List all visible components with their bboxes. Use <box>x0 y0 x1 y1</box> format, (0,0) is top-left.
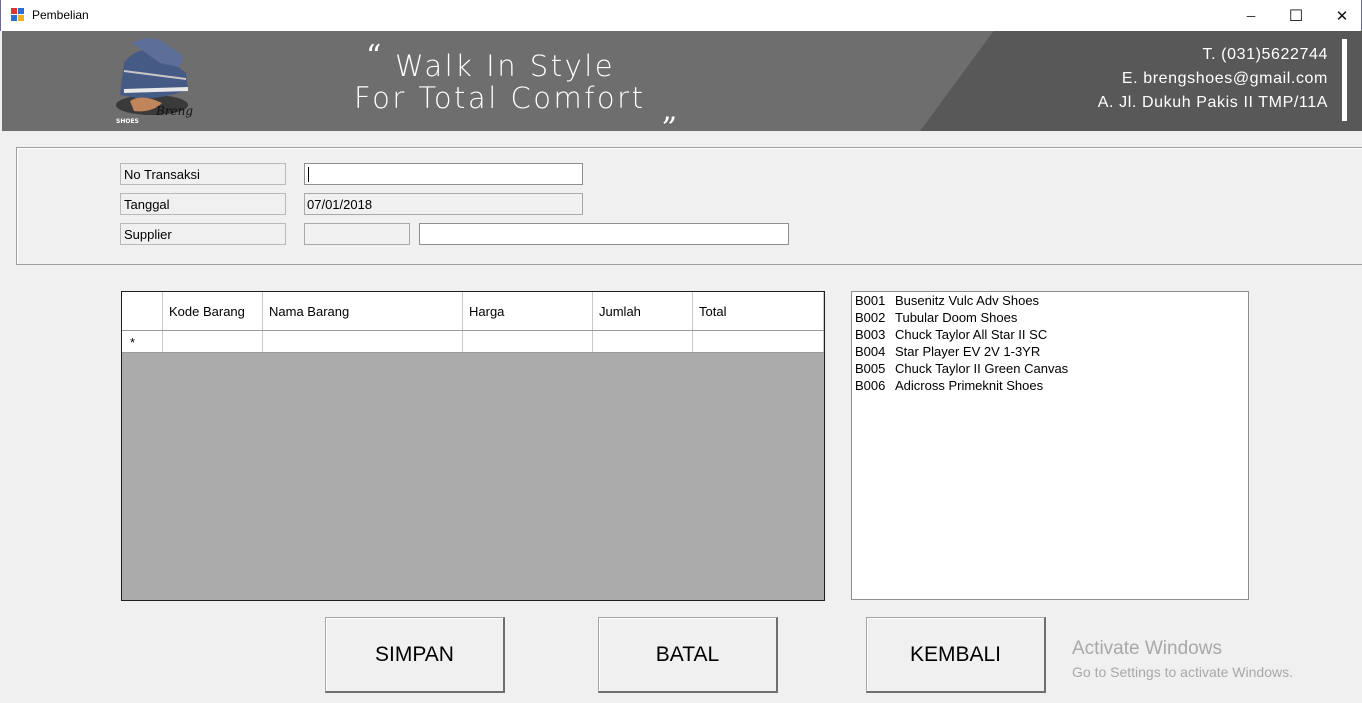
logo-sub-text: SHOES <box>116 118 139 125</box>
shoe-logo-icon: Breng SHOES <box>116 38 193 125</box>
header-banner: Breng SHOES “ Walk In Style For Total Co… <box>2 31 1362 131</box>
contact-email: E. brengshoes@gmail.com <box>1121 70 1328 87</box>
supplier-name-input[interactable] <box>419 223 789 245</box>
close-quote: „ <box>662 93 678 128</box>
tanggal-label: Tanggal <box>120 193 286 215</box>
col-header-kode-barang[interactable]: Kode Barang <box>163 292 263 330</box>
list-item[interactable]: B006 Adicross Primeknit Shoes <box>852 378 1248 395</box>
contact-phone: T. (031)5622744 <box>1202 46 1328 63</box>
col-header-harga[interactable]: Harga <box>463 292 593 330</box>
grid-new-row[interactable]: * <box>122 331 824 353</box>
list-item[interactable]: B003 Chuck Taylor All Star II SC <box>852 327 1248 344</box>
close-button[interactable]: ✕ <box>1319 0 1362 31</box>
form-window-icon <box>11 8 25 22</box>
purchase-items-grid[interactable]: Kode Barang Nama Barang Harga Jumlah Tot… <box>121 291 825 601</box>
batal-button[interactable]: BATAL <box>598 617 778 693</box>
open-quote: “ <box>366 39 382 74</box>
no-transaksi-label: No Transaksi <box>120 163 286 185</box>
col-header-total[interactable]: Total <box>693 292 824 330</box>
simpan-button[interactable]: SIMPAN <box>325 617 505 693</box>
grid-header: Kode Barang Nama Barang Harga Jumlah Tot… <box>122 292 824 331</box>
supplier-label: Supplier <box>120 223 286 245</box>
title-bar[interactable]: Pembelian ─ ☐ ✕ <box>0 0 1362 31</box>
product-listbox[interactable]: B001 Busenitz Vulc Adv Shoes B002 Tubular … <box>851 291 1249 600</box>
no-transaksi-input[interactable] <box>304 163 583 185</box>
supplier-code-field[interactable] <box>304 223 410 245</box>
col-header-nama-barang[interactable]: Nama Barang <box>263 292 463 330</box>
minimize-icon: ─ <box>1246 8 1256 23</box>
minimize-button[interactable]: ─ <box>1228 0 1274 31</box>
list-item[interactable]: B001 Busenitz Vulc Adv Shoes <box>852 293 1248 310</box>
slogan-line-1: Walk In Style <box>395 49 616 83</box>
row-header-cell[interactable]: * <box>122 331 163 352</box>
window-title: Pembelian <box>32 8 89 22</box>
watermark-line-1: Activate Windows <box>1072 638 1222 659</box>
cell-total[interactable] <box>693 331 824 352</box>
list-item[interactable]: B002 Tubular Doom Shoes <box>852 310 1248 327</box>
tanggal-field[interactable]: 07/01/2018 <box>304 193 583 215</box>
contact-address: A. Jl. Dukuh Pakis II TMP/11A <box>1097 94 1328 111</box>
cell-nama-barang[interactable] <box>263 331 463 352</box>
kembali-button[interactable]: KEMBALI <box>866 617 1046 693</box>
cell-kode-barang[interactable] <box>163 331 263 352</box>
logo-brand-text: Breng <box>155 104 193 118</box>
cell-jumlah[interactable] <box>593 331 693 352</box>
grid-row-header-corner[interactable] <box>122 292 163 330</box>
banner-accent-bar <box>1342 39 1347 121</box>
list-item[interactable]: B004 Star Player EV 2V 1-3YR <box>852 344 1248 361</box>
slogan-line-2: For Total Comfort <box>354 81 646 115</box>
col-header-jumlah[interactable]: Jumlah <box>593 292 693 330</box>
maximize-icon: ☐ <box>1288 7 1304 25</box>
list-item[interactable]: B005 Chuck Taylor II Green Canvas <box>852 361 1248 378</box>
activate-windows-watermark: Activate Windows Go to Settings to activ… <box>1072 638 1293 680</box>
text-caret <box>308 167 309 182</box>
maximize-button[interactable]: ☐ <box>1273 0 1319 31</box>
cell-harga[interactable] <box>463 331 593 352</box>
watermark-line-2: Go to Settings to activate Windows. <box>1072 664 1293 680</box>
new-row-marker: * <box>130 335 136 350</box>
close-icon: ✕ <box>1335 7 1349 25</box>
